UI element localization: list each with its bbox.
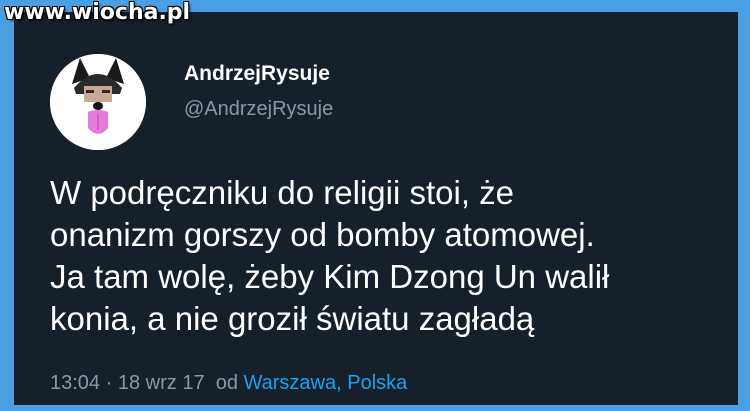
watermark-logo: www.wiocha.pl [4,0,191,25]
tweet-date[interactable]: 18 wrz 17 [118,372,205,394]
display-name[interactable]: AndrzejRysuje [184,62,330,86]
avatar[interactable] [50,54,146,150]
user-handle[interactable]: @AndrzejRysuje [184,98,333,121]
tweet-time[interactable]: 13:04 [50,372,100,394]
meta-separator: · [105,372,113,394]
tweet-line: Ja tam wolę, żeby Kim Dzong Un walił [50,258,610,295]
tweet-line: konia, a nie groził światu zagładą [50,300,535,337]
tweet-text: W podręczniku do religii stoi, że onaniz… [50,172,740,340]
tweet-line: W podręczniku do religii stoi, że [50,174,515,211]
location-link[interactable]: Warszawa, Polska [244,372,408,394]
tweet-line: onanizm gorszy od bomby atomowej. [50,216,595,253]
tweet-meta: 13:04 · 18 wrz 17 od Warszawa, Polska [50,372,407,395]
avatar-image [50,54,146,150]
from-label: od [215,372,238,394]
tweet-card: AndrzejRysuje @AndrzejRysuje W podręczni… [14,12,738,405]
